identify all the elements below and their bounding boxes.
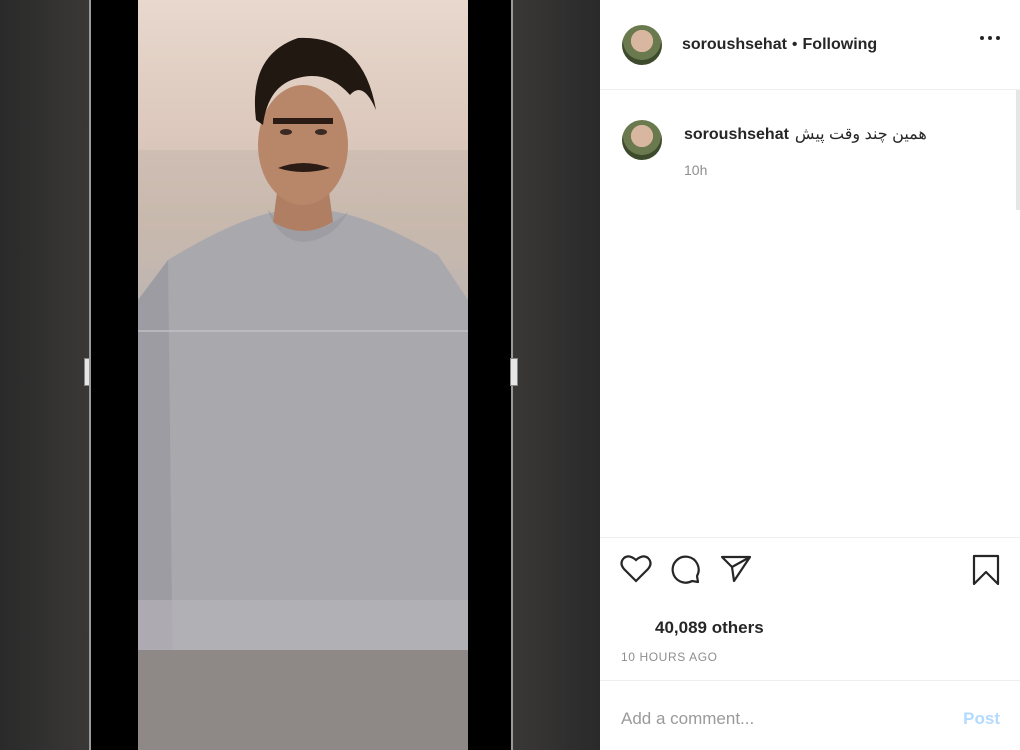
post-button[interactable]: Post (963, 709, 1000, 729)
likes-count[interactable]: 40,089 others (600, 618, 1020, 638)
add-comment-bar: Add a comment... Post (600, 680, 1020, 750)
following-button[interactable]: Following (803, 36, 878, 54)
post-header: soroushsehat • Following (600, 0, 1020, 90)
photo-illustration (138, 37, 468, 750)
photo-frame (89, 0, 513, 750)
caption-username[interactable]: soroushsehat (684, 126, 789, 143)
more-options-icon[interactable] (980, 36, 1000, 40)
separator-dot: • (791, 35, 798, 53)
caption-time[interactable]: 10h (684, 162, 927, 178)
bookmark-icon[interactable] (972, 554, 1000, 586)
comments-scrollbar[interactable] (1016, 90, 1020, 210)
caption-text: همین چند وقت پیش (794, 126, 927, 143)
share-icon[interactable] (720, 554, 752, 584)
header-username[interactable]: soroushsehat (682, 36, 787, 54)
heart-icon[interactable] (620, 554, 652, 584)
comment-input[interactable]: Add a comment... (621, 709, 754, 729)
posted-time[interactable]: 10 HOURS AGO (600, 650, 1020, 664)
caption-line: soroushsehat همین چند وقت پیش (684, 124, 927, 144)
action-bar (600, 538, 1020, 600)
right-resize-handle[interactable] (510, 358, 518, 386)
media-area (0, 0, 600, 750)
comment-icon[interactable] (670, 554, 702, 584)
post-photo[interactable] (138, 0, 468, 750)
post-side-panel: soroushsehat • Following soroushsehat همی… (600, 0, 1020, 750)
caption-avatar[interactable] (622, 120, 662, 160)
avatar[interactable] (622, 24, 662, 65)
caption-comment: soroushsehat همین چند وقت پیش 10h (600, 90, 1020, 538)
